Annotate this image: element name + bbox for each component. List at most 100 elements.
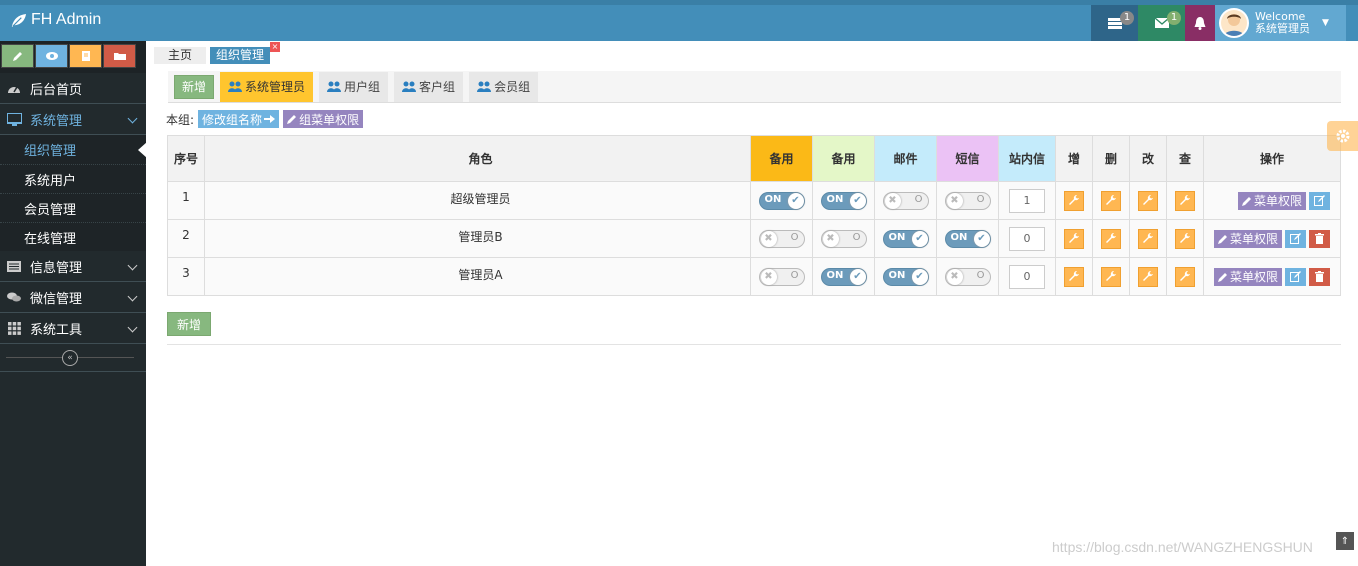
watermark-text: https://blog.csdn.net/WANGZHENGSHUN	[1052, 539, 1313, 555]
users-icon	[477, 81, 492, 92]
tab-group-customers[interactable]: 客户组	[394, 71, 464, 102]
add-permission-button[interactable]	[1064, 228, 1084, 249]
tab-label: 用户组	[344, 80, 381, 94]
tab-group-users[interactable]: 用户组	[319, 71, 389, 102]
shortcut-pencil-button[interactable]	[1, 44, 34, 68]
submenu-item-org[interactable]: 组织管理	[0, 135, 147, 164]
delete-permission-button[interactable]	[1101, 266, 1121, 287]
header-seq: 序号	[167, 135, 205, 182]
internal-msg-count-input[interactable]: 0	[1009, 226, 1045, 251]
sms-toggle[interactable]: ON ✔	[944, 229, 991, 248]
cell-delete	[1092, 257, 1130, 296]
group-tab-bar: 新增 系统管理员 用户组 客户组 会员组	[168, 71, 1341, 103]
reserve-1-toggle[interactable]: O ✖	[758, 267, 805, 286]
sidebar-item-info[interactable]: 信息管理	[0, 251, 146, 282]
edit-role-button[interactable]	[1309, 191, 1330, 210]
cell-sms: O ✖	[936, 257, 999, 296]
settings-gear-button[interactable]	[1327, 121, 1358, 151]
reserve-2-toggle[interactable]: O ✖	[820, 229, 867, 248]
messages-button[interactable]: 1	[1138, 5, 1185, 41]
cell-sms: ON ✔	[936, 219, 999, 258]
reserve-1-toggle[interactable]: O ✖	[758, 229, 805, 248]
user-menu[interactable]: Welcome 系统管理员 ▼	[1215, 5, 1346, 41]
menu-permission-button[interactable]: 菜单权限	[1213, 267, 1282, 286]
query-permission-button[interactable]	[1175, 190, 1195, 211]
check-icon: ✔	[973, 230, 990, 247]
edit-permission-button[interactable]	[1138, 228, 1158, 249]
tab-group-admin[interactable]: 系统管理员	[220, 71, 314, 102]
add-permission-button[interactable]	[1064, 190, 1084, 211]
delete-role-button[interactable]	[1309, 229, 1330, 248]
cell-reserve-1: O ✖	[750, 257, 813, 296]
reserve-2-toggle[interactable]: ON ✔	[820, 191, 867, 210]
mail-toggle[interactable]: O ✖	[882, 191, 929, 210]
shortcut-eye-button[interactable]	[35, 44, 68, 68]
sidebar-item-label: 后台首页	[30, 82, 83, 98]
reserve-2-toggle[interactable]: ON ✔	[820, 267, 867, 286]
double-angle-left-icon[interactable]: «	[62, 350, 78, 366]
header-add: 增	[1055, 135, 1093, 182]
tab-home[interactable]: 主页	[154, 47, 207, 64]
toggle-label: ON	[826, 193, 844, 205]
group-ops-bar: 本组: 修改组名称 组菜单权限	[166, 110, 364, 128]
wrench-icon	[1143, 270, 1153, 281]
add-role-button[interactable]: 新增	[167, 312, 212, 336]
chevron-down-icon	[127, 291, 138, 302]
menu-perm-label: 组菜单权限	[299, 112, 360, 127]
cell-actions: 菜单权限	[1203, 219, 1341, 258]
trash-icon	[1315, 233, 1324, 244]
shortcut-folder-button[interactable]	[103, 44, 136, 68]
sidebar-item-wechat[interactable]: 微信管理	[0, 282, 146, 313]
header-query: 查	[1166, 135, 1204, 182]
add-permission-button[interactable]	[1064, 266, 1084, 287]
sidebar-item-system[interactable]: 系统管理	[0, 104, 146, 135]
delete-permission-button[interactable]	[1101, 190, 1121, 211]
notifications-button[interactable]	[1185, 5, 1215, 41]
users-icon	[228, 81, 243, 92]
messages-badge: 1	[1167, 11, 1181, 25]
cell-actions: 菜单权限	[1203, 181, 1341, 220]
scroll-up-icon[interactable]: ⇑	[1336, 532, 1354, 550]
menu-permission-button[interactable]: 菜单权限	[1237, 191, 1306, 210]
tab-group-members[interactable]: 会员组	[469, 71, 539, 102]
menu-permission-button[interactable]: 菜单权限	[1213, 229, 1282, 248]
reserve-1-toggle[interactable]: ON ✔	[758, 191, 805, 210]
brand[interactable]: FH Admin	[10, 11, 101, 29]
sms-toggle[interactable]: O ✖	[944, 267, 991, 286]
mail-toggle[interactable]: ON ✔	[882, 229, 929, 248]
folder-icon	[113, 53, 126, 60]
toggle-label: ON	[826, 269, 844, 281]
delete-permission-button[interactable]	[1101, 228, 1121, 249]
tab-org[interactable]: 组织管理 ×	[210, 42, 281, 64]
add-group-button[interactable]: 新增	[174, 74, 215, 99]
submenu-item-users[interactable]: 系统用户	[0, 164, 146, 193]
sms-toggle[interactable]: O ✖	[944, 191, 991, 210]
tasks-button[interactable]: 1	[1091, 5, 1138, 41]
rename-group-button[interactable]: 修改组名称	[198, 110, 280, 128]
internal-msg-count-input[interactable]: 0	[1009, 264, 1045, 289]
edit-permission-button[interactable]	[1138, 190, 1158, 211]
edit-permission-button[interactable]	[1138, 266, 1158, 287]
pencil-icon	[1241, 196, 1251, 206]
header-reserve-2: 备用	[812, 135, 875, 182]
caret-down-icon: ▼	[1322, 18, 1329, 28]
group-menu-permission-button[interactable]: 组菜单权限	[283, 110, 364, 128]
table-row: 1 超级管理员 ON ✔ ON ✔ O ✖ O ✖ 1 菜单权限	[167, 181, 1341, 220]
sidebar-item-dashboard[interactable]: 后台首页	[0, 73, 146, 104]
submenu-item-online[interactable]: 在线管理	[0, 222, 146, 251]
mail-toggle[interactable]: ON ✔	[882, 267, 929, 286]
submenu-item-members[interactable]: 会员管理	[0, 193, 146, 222]
query-permission-button[interactable]	[1175, 266, 1195, 287]
menu-permission-label: 菜单权限	[1253, 194, 1302, 208]
cell-reserve-2: ON ✔	[812, 257, 875, 296]
delete-role-button[interactable]	[1309, 267, 1330, 286]
cell-seq: 1	[167, 181, 205, 220]
close-icon[interactable]: ×	[270, 42, 281, 52]
sidebar-item-tools[interactable]: 系统工具	[0, 313, 146, 344]
header-mail: 邮件	[874, 135, 937, 182]
edit-role-button[interactable]	[1285, 267, 1306, 286]
internal-msg-count-input[interactable]: 1	[1009, 188, 1045, 213]
query-permission-button[interactable]	[1175, 228, 1195, 249]
edit-role-button[interactable]	[1285, 229, 1306, 248]
shortcut-book-button[interactable]	[69, 44, 102, 68]
